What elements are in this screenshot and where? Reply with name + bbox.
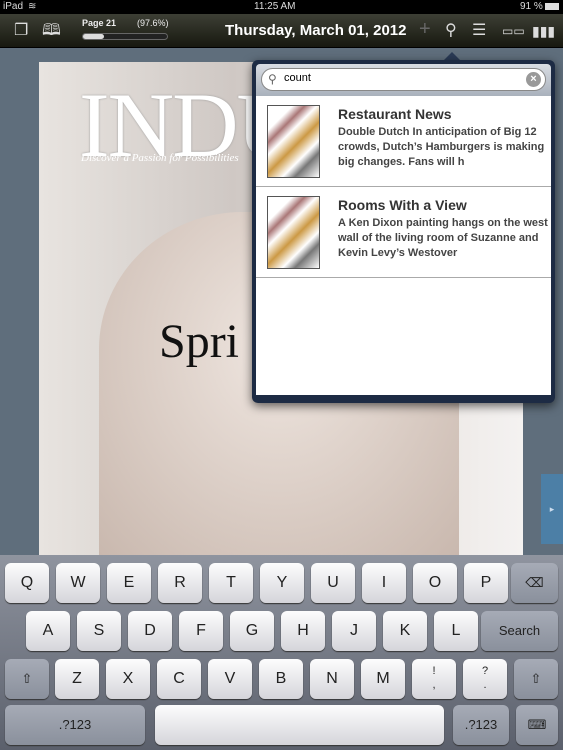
key-b[interactable]: B [259,659,303,699]
key-p[interactable]: P [464,563,508,603]
wifi-icon: ≋ [28,1,37,12]
toolbar: ❐ 🕮 Page 21 (97.6%) Thursday, March 01, … [0,14,563,48]
search-popover: ⚲ × Restaurant News Double Dutch In anti… [252,60,555,403]
key-w[interactable]: W [56,563,100,603]
search-field: ⚲ × [261,68,546,91]
key-s[interactable]: S [77,611,121,651]
columns-icon[interactable]: ▮▮▮ [532,22,555,40]
shift-key-left[interactable]: ⇧ [5,659,49,699]
search-input[interactable] [284,72,524,84]
search-icon: ⚲ [268,72,277,86]
key-z[interactable]: Z [55,659,99,699]
clock: 11:25 AM [254,1,296,12]
hide-keyboard-key[interactable]: ⌨ [516,705,558,745]
key-q[interactable]: Q [5,563,49,603]
key-y[interactable]: Y [260,563,304,603]
key-o[interactable]: O [413,563,457,603]
key-e[interactable]: E [107,563,151,603]
key-j[interactable]: J [332,611,376,651]
issue-date: Thursday, March 01, 2012 [225,22,407,39]
search-icon[interactable]: ⚲ [445,22,457,40]
key-question-period[interactable]: ? . [463,659,507,699]
next-page-tab[interactable]: ▸ [541,474,563,544]
numbers-key-left[interactable]: .?123 [5,705,145,745]
list-icon[interactable]: ☰ [472,22,486,40]
result-snippet: A Ken Dixon painting hangs on the west w… [338,217,548,259]
device-name: iPad [3,1,24,12]
search-key[interactable]: Search [481,611,558,651]
key-u[interactable]: U [311,563,355,603]
search-result[interactable]: Rooms With a View A Ken Dixon painting h… [256,187,551,278]
key-m[interactable]: M [361,659,405,699]
key-g[interactable]: G [230,611,274,651]
key-d[interactable]: D [128,611,172,651]
cover-headline: Spri [159,315,240,368]
key-exclamation-comma[interactable]: ! , [412,659,456,699]
clear-search-button[interactable]: × [526,72,541,87]
key-f[interactable]: F [179,611,223,651]
result-title: Restaurant News [338,106,452,122]
search-results: Restaurant News Double Dutch In anticipa… [256,96,551,395]
page-percent: (97.6%) [137,18,169,28]
key-c[interactable]: C [157,659,201,699]
key-l[interactable]: L [434,611,478,651]
battery-icon [545,3,559,10]
add-icon[interactable]: + [419,19,431,39]
spread-icon[interactable]: ▭▭ [502,22,525,40]
result-thumbnail [267,196,320,269]
backspace-key[interactable]: ⌫ [511,563,558,603]
key-r[interactable]: R [158,563,202,603]
key-a[interactable]: A [26,611,70,651]
pages-icon[interactable]: ❐ [14,22,28,40]
page-slider-fill [83,34,104,39]
search-bar: ⚲ × [256,64,551,96]
battery-level: 91 % [520,1,543,12]
page-slider[interactable] [82,33,168,40]
numbers-key-right[interactable]: .?123 [453,705,509,745]
keyboard: Q W E R T Y U I O P ⌫ A S D F G H J K L Search ⇧ Z X C V B N M! ,? .… [0,555,563,750]
search-result[interactable]: Restaurant News Double Dutch In anticipa… [256,96,551,187]
key-i[interactable]: I [362,563,406,603]
key-k[interactable]: K [383,611,427,651]
space-bar[interactable] [155,705,444,745]
result-snippet: Double Dutch In anticipation of Big 12 c… [338,126,545,168]
key-t[interactable]: T [209,563,253,603]
status-bar: iPad ≋ 11:25 AM 91 % [0,0,563,14]
book-icon[interactable]: 🕮 [42,22,61,40]
shift-key-right[interactable]: ⇧ [514,659,558,699]
key-h[interactable]: H [281,611,325,651]
result-title: Rooms With a View [338,197,467,213]
key-v[interactable]: V [208,659,252,699]
key-x[interactable]: X [106,659,150,699]
key-n[interactable]: N [310,659,354,699]
cover-tagline: Discover a Passion for Possibilities [81,152,239,164]
result-thumbnail [267,105,320,178]
page-label: Page 21 [82,18,117,28]
